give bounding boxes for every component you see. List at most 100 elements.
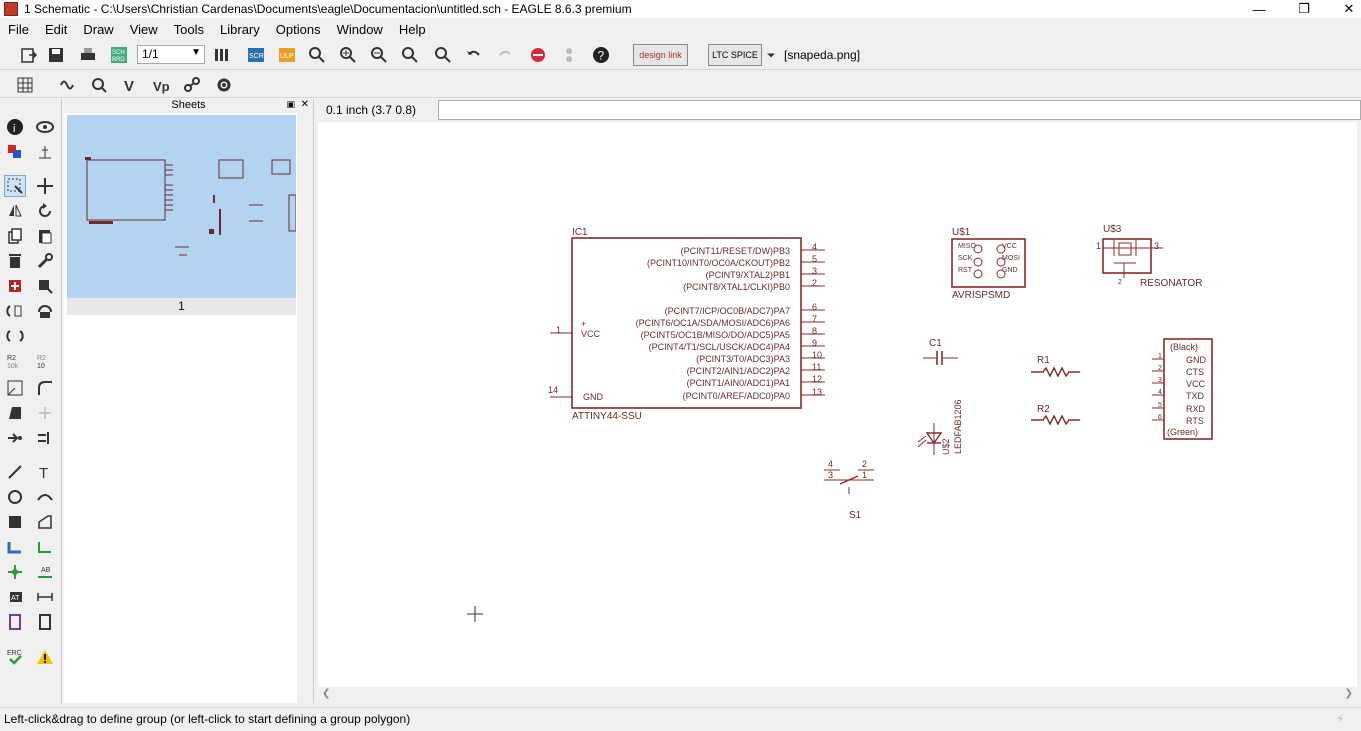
scroll-right-icon[interactable]: ❯ [1345, 688, 1353, 699]
eye-icon[interactable] [34, 116, 56, 138]
mirror-icon[interactable] [4, 200, 26, 222]
miter-icon[interactable] [34, 377, 56, 399]
us1-symbol[interactable]: U$1 MISO SCK RST VCC MOSI GND AVRISPSMD [951, 227, 1026, 301]
menu-file[interactable]: File [0, 22, 37, 37]
info-icon[interactable]: i [4, 116, 26, 138]
zoom-fit-icon[interactable] [306, 44, 328, 66]
zoom-out-icon[interactable] [368, 44, 390, 66]
settings-icon[interactable] [213, 74, 235, 96]
frame-icon[interactable] [4, 611, 26, 633]
menu-window[interactable]: Window [329, 22, 391, 37]
zoom-in-icon[interactable] [337, 44, 359, 66]
save-icon[interactable] [45, 44, 67, 66]
undo-icon[interactable] [463, 44, 485, 66]
grid-icon[interactable] [14, 74, 36, 96]
panel-close-icon[interactable]: ✕ [301, 99, 309, 110]
zoom-redraw-icon[interactable] [399, 44, 421, 66]
net-icon[interactable] [34, 536, 56, 558]
name-icon[interactable]: R2 10k [4, 350, 26, 372]
move-icon[interactable] [34, 175, 56, 197]
simulate-icon[interactable] [57, 74, 79, 96]
zoom-select-icon[interactable] [432, 44, 454, 66]
print-icon[interactable] [77, 44, 99, 66]
optimize-icon[interactable] [34, 402, 56, 424]
chevron-down-icon[interactable] [764, 44, 778, 66]
close-button[interactable]: ✕ [1326, 0, 1361, 18]
c1-symbol[interactable]: C1 [923, 338, 958, 365]
group-icon[interactable] [4, 175, 26, 197]
layers-icon[interactable] [4, 141, 26, 163]
split-icon[interactable] [4, 402, 26, 424]
pin-swap-icon[interactable] [34, 275, 56, 297]
ulp-icon[interactable]: ULP [276, 44, 298, 66]
bus-split-icon[interactable] [34, 427, 56, 449]
ltc-spice-button[interactable]: LTC SPICE [708, 44, 762, 66]
script-icon[interactable]: SCR [245, 44, 267, 66]
replace-icon[interactable] [4, 300, 26, 322]
menu-view[interactable]: View [122, 22, 166, 37]
design-link-button[interactable]: design link [633, 44, 688, 66]
sch-brd-icon[interactable]: SCH BRD [108, 44, 130, 66]
delete-icon[interactable] [4, 250, 26, 272]
ic1-symbol[interactable]: IC1 (PCINT11/RESET/DW)PB3 4 (PCINT10/INT0/… [548, 227, 825, 422]
menu-edit[interactable]: Edit [37, 22, 75, 37]
restore-button[interactable]: ❐ [1281, 0, 1327, 18]
rotate-icon[interactable] [34, 200, 56, 222]
gate-swap-icon[interactable] [34, 300, 56, 322]
sheets-icon[interactable] [211, 44, 233, 66]
route-icon[interactable] [4, 427, 26, 449]
s1-symbol[interactable]: 4 3 2 1 S1 [824, 459, 874, 521]
warning-icon[interactable] [34, 646, 56, 668]
line-icon[interactable] [4, 461, 26, 483]
redo-icon[interactable] [494, 44, 516, 66]
go-icon[interactable] [558, 44, 580, 66]
circle-icon[interactable] [4, 486, 26, 508]
mark-icon[interactable] [34, 141, 56, 163]
minimize-button[interactable]: — [1236, 0, 1282, 18]
menu-options[interactable]: Options [268, 22, 329, 37]
sheet-select[interactable]: 1/1 ▼ [137, 45, 205, 64]
label-icon[interactable]: AB [34, 561, 56, 583]
menu-library[interactable]: Library [212, 22, 268, 37]
us2-led-symbol[interactable]: U$2 LEDFAB1206 [917, 399, 963, 455]
panel-float-icon[interactable]: ▣ [286, 99, 295, 110]
command-input[interactable] [438, 100, 1361, 120]
canvas-hscrollbar[interactable]: ❮ ❯ [318, 687, 1357, 703]
polygon-icon[interactable] [34, 511, 56, 533]
add-part-icon[interactable] [4, 275, 26, 297]
paste-icon[interactable] [34, 225, 56, 247]
network-icon[interactable] [181, 74, 203, 96]
voltage-probe-icon[interactable]: V [119, 74, 141, 96]
stop-icon[interactable] [527, 44, 549, 66]
module-icon[interactable] [34, 611, 56, 633]
r1-symbol[interactable]: R1 [1031, 355, 1080, 378]
sheet-number[interactable]: 1 [67, 298, 296, 315]
smash-icon[interactable] [4, 377, 26, 399]
panel-scrollbar[interactable] [297, 113, 313, 703]
text-icon[interactable]: T [34, 461, 56, 483]
invoke-icon[interactable] [4, 325, 26, 347]
erc-icon[interactable]: ERC [4, 646, 26, 668]
open-icon[interactable] [18, 44, 40, 66]
us3-symbol[interactable]: U$3 1 3 2 RESONATOR [1096, 224, 1202, 289]
arc-icon[interactable] [34, 486, 56, 508]
scroll-left-icon[interactable]: ❮ [322, 688, 330, 699]
ftdi-header-symbol[interactable]: (Black) (Green) 1 GND 2 CTS 3 VCC 4 TXD 5 RXD 6 RTS [1152, 338, 1213, 440]
schematic-canvas[interactable]: IC1 (PCINT11/RESET/DW)PB3 4 (PCINT10/INT0/… [318, 122, 1357, 687]
value-icon[interactable]: R2 10 [34, 350, 56, 372]
r2-symbol[interactable]: R2 [1031, 404, 1080, 426]
attribute-icon[interactable]: AT [4, 586, 26, 608]
probe-icon[interactable] [88, 74, 110, 96]
bus-icon[interactable] [4, 536, 26, 558]
junction-icon[interactable] [4, 561, 26, 583]
wrench-icon[interactable] [34, 250, 56, 272]
menu-tools[interactable]: Tools [166, 22, 212, 37]
rectangle-icon[interactable] [4, 511, 26, 533]
sheet-thumbnail[interactable] [67, 115, 297, 298]
dimension-icon[interactable] [34, 586, 56, 608]
help-icon[interactable]: ? [590, 44, 612, 66]
menu-help[interactable]: Help [391, 22, 434, 37]
menu-draw[interactable]: Draw [75, 22, 121, 37]
vp-probe-icon[interactable]: Vp [150, 74, 172, 96]
copy-icon[interactable] [4, 225, 26, 247]
